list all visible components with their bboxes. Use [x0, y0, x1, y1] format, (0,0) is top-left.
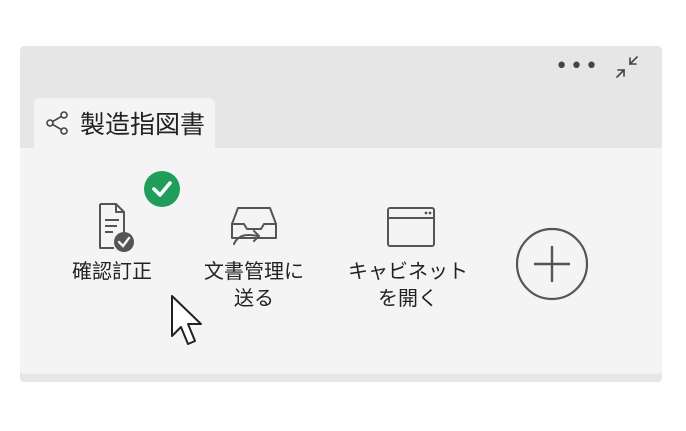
tab-label: 製造指図書	[80, 110, 206, 139]
pointer-cursor-icon	[171, 295, 202, 345]
panel-controls: •••	[555, 54, 640, 80]
send-to-document-management-button[interactable]: 文書管理に 送る	[204, 196, 304, 312]
window-icon	[387, 207, 435, 247]
action-label: 確認訂正	[72, 259, 152, 283]
confirm-correction-button[interactable]: 確認訂正	[72, 196, 152, 285]
plus-circle-icon	[515, 227, 589, 301]
share-icon	[46, 111, 68, 135]
add-action-button[interactable]	[514, 226, 590, 302]
inbox-send-icon	[231, 207, 277, 245]
tab-content: 確認訂正 文書管理に 送る キャビネット を開く	[20, 148, 662, 374]
action-label: 文書管理に	[204, 259, 304, 283]
open-cabinet-button[interactable]: キャビネット を開く	[348, 196, 468, 312]
document-check-icon	[99, 203, 134, 252]
action-label: 送る	[234, 286, 274, 310]
more-horizontal-icon[interactable]: •••	[555, 56, 600, 78]
action-label: キャビネット	[348, 259, 468, 283]
tab-manufacturing-order[interactable]: 製造指図書	[34, 98, 216, 148]
collapse-arrows-icon[interactable]	[614, 54, 640, 80]
action-label: を開く	[378, 286, 438, 310]
checkmark-icon	[144, 171, 180, 207]
action-panel: ••• 製造指図書 確認訂正 文書管理に 送る キャビネット を開く	[20, 46, 662, 382]
